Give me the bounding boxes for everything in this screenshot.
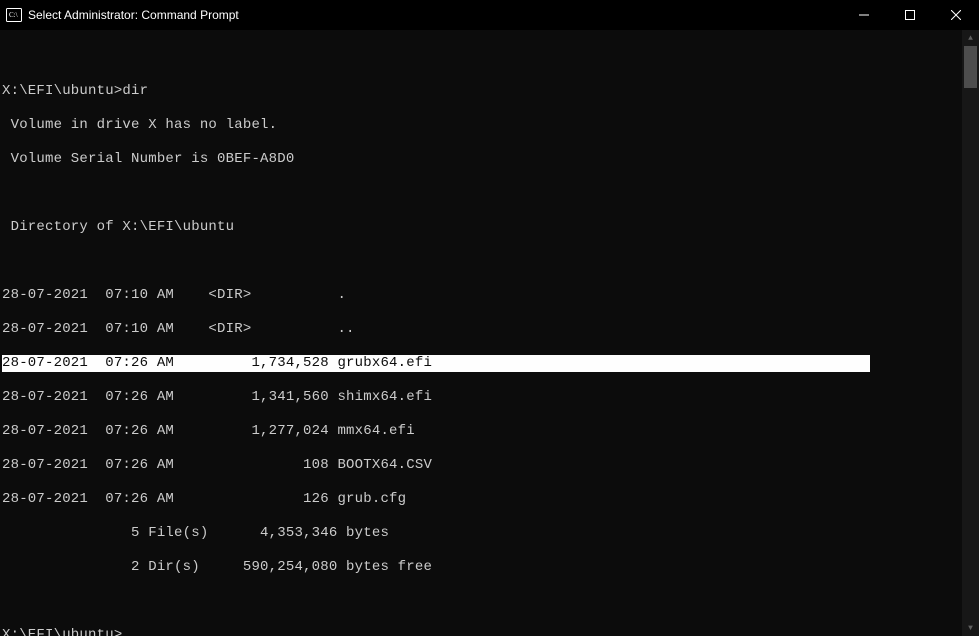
cmd-icon: C:\ (6, 7, 22, 23)
scroll-up-icon[interactable]: ▲ (962, 30, 979, 46)
maximize-button[interactable] (887, 0, 933, 30)
vertical-scrollbar[interactable]: ▲ ▼ (962, 30, 979, 636)
summary-dirs-line: 2 Dir(s) 590,254,080 bytes free (2, 559, 979, 576)
scroll-thumb[interactable] (964, 46, 977, 88)
dir-row: 28-07-2021 07:10 AM <DIR> .. (2, 321, 979, 338)
titlebar-left: C:\ Select Administrator: Command Prompt (0, 7, 239, 23)
dir-row: 28-07-2021 07:26 AM 1,341,560 shimx64.ef… (2, 389, 979, 406)
prompt-line: X:\EFI\ubuntu> (2, 627, 979, 636)
prompt-line: X:\EFI\ubuntu>dir (2, 83, 979, 100)
blank-line (2, 49, 979, 66)
window-titlebar: C:\ Select Administrator: Command Prompt (0, 0, 979, 30)
volume-label-line: Volume in drive X has no label. (2, 117, 979, 134)
blank-line (2, 185, 979, 202)
dir-row: 28-07-2021 07:26 AM 1,277,024 mmx64.efi (2, 423, 979, 440)
scroll-down-icon[interactable]: ▼ (962, 620, 979, 636)
blank-line (2, 253, 979, 270)
prompt: X:\EFI\ubuntu> (2, 83, 122, 99)
volume-serial-line: Volume Serial Number is 0BEF-A8D0 (2, 151, 979, 168)
blank-line (2, 593, 979, 610)
terminal-output[interactable]: X:\EFI\ubuntu>dir Volume in drive X has … (0, 30, 979, 636)
dir-row-selected: 28-07-2021 07:26 AM 1,734,528 grubx64.ef… (2, 355, 979, 372)
command: dir (122, 83, 148, 99)
directory-of-line: Directory of X:\EFI\ubuntu (2, 219, 979, 236)
close-button[interactable] (933, 0, 979, 30)
dir-row: 28-07-2021 07:10 AM <DIR> . (2, 287, 979, 304)
window-title: Select Administrator: Command Prompt (28, 8, 239, 22)
prompt: X:\EFI\ubuntu> (2, 627, 122, 636)
svg-text:C:\: C:\ (9, 11, 18, 19)
minimize-button[interactable] (841, 0, 887, 30)
selected-text: 28-07-2021 07:26 AM 1,734,528 grubx64.ef… (2, 355, 870, 372)
dir-row: 28-07-2021 07:26 AM 108 BOOTX64.CSV (2, 457, 979, 474)
summary-files-line: 5 File(s) 4,353,346 bytes (2, 525, 979, 542)
dir-row: 28-07-2021 07:26 AM 126 grub.cfg (2, 491, 979, 508)
window-controls (841, 0, 979, 30)
